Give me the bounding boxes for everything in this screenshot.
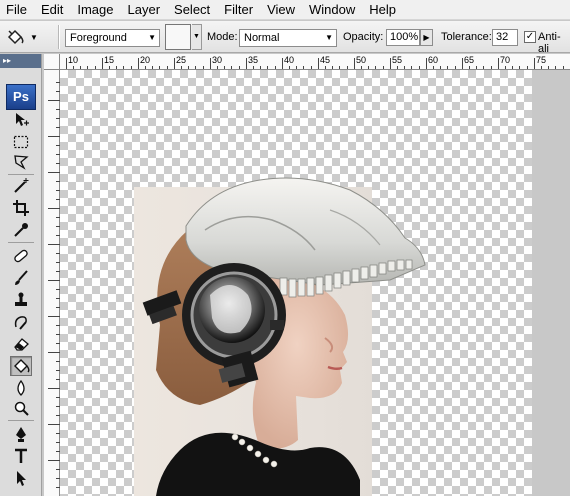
ruler-label: 15 <box>104 55 115 65</box>
ruler-label: 60 <box>428 55 439 65</box>
paint-bucket-icon <box>14 359 30 373</box>
antialias-checkbox[interactable]: ✓ <box>524 31 536 43</box>
ruler-label: 20 <box>140 55 151 65</box>
ruler-label: 70 <box>500 55 511 65</box>
marquee-tool[interactable] <box>10 132 32 152</box>
options-separator <box>58 25 60 49</box>
menu-image[interactable]: Image <box>71 0 121 20</box>
dodge-tool[interactable] <box>10 398 32 418</box>
opacity-label: Opacity: <box>343 31 384 43</box>
menu-help[interactable]: Help <box>363 0 404 20</box>
pattern-swatch[interactable] <box>165 24 191 50</box>
pen-tool[interactable] <box>10 424 32 444</box>
eyedropper-tool[interactable] <box>10 220 32 240</box>
move-icon <box>16 113 29 126</box>
paint-bucket-icon <box>7 29 24 45</box>
lasso-icon <box>14 155 29 170</box>
eraser-icon <box>14 338 29 351</box>
paint-bucket-tool[interactable] <box>10 356 32 376</box>
ruler-label: 40 <box>284 55 295 65</box>
vertical-ruler[interactable] <box>44 70 60 496</box>
opacity-slider-button[interactable]: ▶ <box>420 29 433 46</box>
magic-wand-icon <box>14 178 29 193</box>
blur-tool[interactable] <box>10 378 32 398</box>
type-icon <box>15 448 27 463</box>
fill-source-select[interactable]: Foreground ▼ <box>65 29 160 47</box>
mode-label: Mode: <box>207 31 238 43</box>
blur-icon <box>17 379 25 396</box>
brush-tool[interactable] <box>10 268 32 288</box>
menu-window[interactable]: Window <box>303 0 363 20</box>
magic-wand-tool[interactable] <box>10 176 32 196</box>
chevron-down-icon: ▼ <box>325 33 333 42</box>
menu-layer[interactable]: Layer <box>122 0 169 20</box>
ruler-label: 45 <box>320 55 331 65</box>
workspace-background <box>532 70 570 496</box>
ruler-label: 55 <box>392 55 403 65</box>
pattern-dropdown[interactable]: ▼ <box>192 24 202 50</box>
tolerance-input[interactable]: 32 <box>492 29 518 46</box>
eraser-tool[interactable] <box>10 334 32 354</box>
menu-edit[interactable]: Edit <box>35 0 71 20</box>
chevron-down-icon: ▼ <box>148 33 156 42</box>
dodge-icon <box>14 401 29 416</box>
artwork <box>134 177 426 496</box>
ruler-label: 10 <box>68 55 79 65</box>
path-selection-icon <box>17 471 26 486</box>
lasso-tool[interactable] <box>10 152 32 172</box>
pen-icon <box>16 427 26 442</box>
horizontal-ruler[interactable]: 10 15 20 25 30 35 40 45 50 55 60 65 70 7… <box>44 54 570 70</box>
ruler-ticks <box>48 82 60 488</box>
ruler-ticks <box>66 58 570 69</box>
ruler-label: 75 <box>536 55 547 65</box>
tool-preset-picker[interactable]: ▼ <box>4 24 52 50</box>
document-canvas[interactable] <box>60 70 532 496</box>
crop-tool[interactable] <box>10 198 32 218</box>
menu-file[interactable]: File <box>0 0 35 20</box>
healing-brush-tool[interactable] <box>10 246 32 266</box>
toolbox-divider <box>8 174 34 175</box>
antialias-label: Anti-ali <box>538 31 561 55</box>
menu-bar: File Edit Image Layer Select Filter View… <box>0 0 570 20</box>
mode-value: Normal <box>244 32 280 44</box>
toolbox: ▸▸ Ps <box>0 54 42 496</box>
ruler-label: 30 <box>212 55 223 65</box>
menu-filter[interactable]: Filter <box>218 0 261 20</box>
history-brush-icon <box>14 316 27 330</box>
healing-brush-icon <box>14 249 28 263</box>
brush-icon <box>15 270 28 285</box>
ruler-label: 35 <box>248 55 259 65</box>
tolerance-label: Tolerance: <box>441 31 492 43</box>
clone-stamp-tool[interactable] <box>10 290 32 310</box>
toolbox-grip[interactable]: ▸▸ <box>0 54 41 68</box>
toolbox-divider <box>8 242 34 243</box>
ps-logo: Ps <box>6 84 36 110</box>
move-tool[interactable] <box>10 110 32 130</box>
toolbox-divider <box>8 420 34 421</box>
marquee-icon <box>13 135 29 149</box>
ruler-origin[interactable] <box>44 54 60 70</box>
mode-select[interactable]: Normal ▼ <box>239 29 337 47</box>
fill-source-value: Foreground <box>70 32 127 44</box>
eyedropper-icon <box>14 223 28 237</box>
chevron-down-icon: ▼ <box>30 32 38 42</box>
menu-select[interactable]: Select <box>168 0 218 20</box>
menu-view[interactable]: View <box>261 0 303 20</box>
ruler-label: 50 <box>356 55 367 65</box>
path-selection-tool[interactable] <box>10 468 32 488</box>
opacity-input[interactable]: 100% <box>386 29 420 46</box>
ruler-label: 25 <box>176 55 187 65</box>
ruler-label: 65 <box>464 55 475 65</box>
history-brush-tool[interactable] <box>10 312 32 332</box>
crop-icon <box>13 200 29 216</box>
clone-stamp-icon <box>15 292 27 306</box>
type-tool[interactable] <box>10 446 32 466</box>
